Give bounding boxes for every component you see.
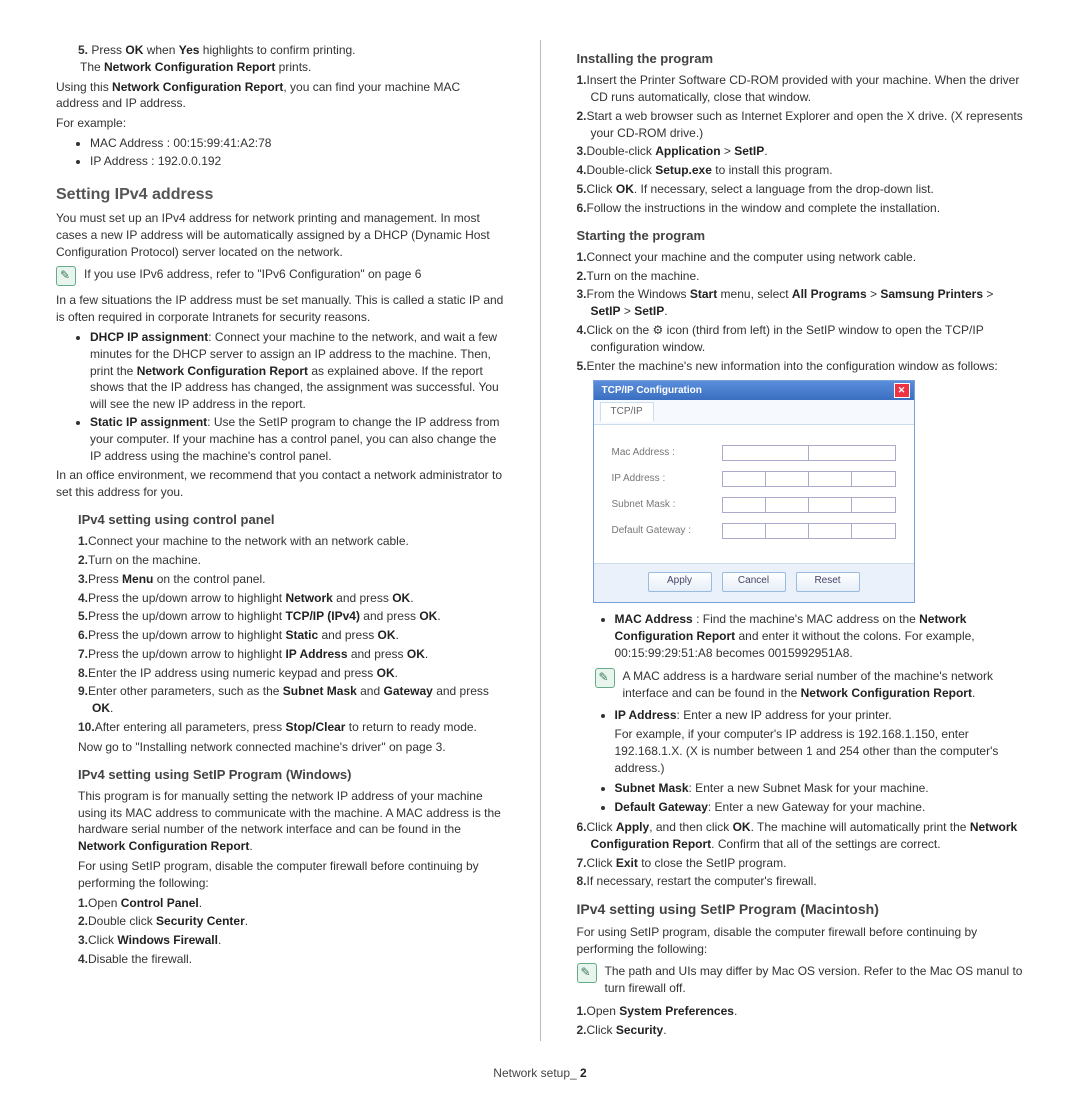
- static-assignment: Static IP assignment: Use the SetIP prog…: [90, 414, 504, 464]
- office-recommend: In an office environment, we recommend t…: [56, 467, 504, 501]
- input-gateway[interactable]: [722, 523, 896, 539]
- mac-steps: 1.Open System Preferences. 2.Click Secur…: [577, 1003, 1025, 1039]
- label-subnet: Subnet Mask :: [612, 498, 722, 512]
- note-icon: [595, 668, 615, 688]
- static-ip-intro: In a few situations the IP address must …: [56, 292, 504, 326]
- left-column: 5. Press OK when Yes highlights to confi…: [56, 40, 504, 1041]
- note-icon: [56, 266, 76, 286]
- cancel-button[interactable]: Cancel: [722, 572, 786, 592]
- step-5: 5. Press OK when Yes highlights to confi…: [78, 42, 504, 76]
- gear-icon: [653, 323, 664, 337]
- firewall-disable: For using SetIP program, disable the com…: [78, 858, 504, 892]
- example-list: MAC Address : 00:15:99:41:A2:78 IP Addre…: [56, 135, 504, 170]
- note-icon: [577, 963, 597, 983]
- input-subnet[interactable]: [722, 497, 896, 513]
- right-column: Installing the program 1.Insert the Prin…: [577, 40, 1025, 1041]
- dialog-title: TCP/IP Configuration: [602, 384, 702, 398]
- heading-setting-ipv4: Setting IPv4 address: [56, 184, 504, 206]
- tcpip-dialog: TCP/IP Configuration ✕ TCP/IP Mac Addres…: [593, 380, 915, 603]
- setip-intro: This program is for manually setting the…: [78, 788, 504, 855]
- dialog-titlebar: TCP/IP Configuration ✕: [594, 381, 914, 400]
- starting-steps: 1.Connect your machine and the computer …: [577, 249, 1025, 375]
- using-report: Using this Network Configuration Report,…: [56, 79, 504, 113]
- input-mac[interactable]: [722, 445, 896, 461]
- step-5-list: 5. Press OK when Yes highlights to confi…: [78, 42, 504, 76]
- ipv4-intro: You must set up an IPv4 address for netw…: [56, 210, 504, 260]
- firewall-steps: 1.Open Control Panel. 2.Double click Sec…: [78, 895, 504, 968]
- dialog-tabs: TCP/IP: [594, 400, 914, 425]
- control-panel-steps: 1.Connect your machine to the network wi…: [78, 533, 504, 736]
- installing-steps: 1.Insert the Printer Software CD-ROM pro…: [577, 72, 1025, 216]
- label-gateway: Default Gateway :: [612, 524, 722, 538]
- tab-tcpip[interactable]: TCP/IP: [600, 402, 654, 422]
- field-explanations-2: IP Address: Enter a new IP address for y…: [577, 707, 1025, 816]
- note-ipv6: If you use IPv6 address, refer to "IPv6 …: [56, 266, 504, 286]
- reset-button[interactable]: Reset: [796, 572, 860, 592]
- explain-subnet: Subnet Mask: Enter a new Subnet Mask for…: [615, 780, 1025, 797]
- explain-mac: MAC Address : Find the machine's MAC add…: [615, 611, 1025, 661]
- explain-ip: IP Address: Enter a new IP address for y…: [615, 707, 1025, 776]
- note-mac-os: The path and UIs may differ by Mac OS ve…: [577, 963, 1025, 997]
- for-example: For example:: [56, 115, 504, 132]
- field-explanations: MAC Address : Find the machine's MAC add…: [577, 611, 1025, 661]
- close-icon[interactable]: ✕: [894, 383, 910, 398]
- page-footer: Network setup_ 2: [56, 1065, 1024, 1082]
- input-ip[interactable]: [722, 471, 896, 487]
- dhcp-assignment: DHCP IP assignment: Connect your machine…: [90, 329, 504, 413]
- goto-installing: Now go to "Installing network connected …: [78, 739, 504, 756]
- column-divider: [540, 40, 541, 1041]
- label-ip: IP Address :: [612, 472, 722, 486]
- mac-firewall-intro: For using SetIP program, disable the com…: [577, 924, 1025, 958]
- heading-ipv4-control-panel: IPv4 setting using control panel: [78, 511, 504, 529]
- heading-installing-program: Installing the program: [577, 50, 1025, 68]
- heading-setip-windows: IPv4 setting using SetIP Program (Window…: [78, 766, 504, 784]
- label-mac: Mac Address :: [612, 446, 722, 460]
- starting-steps-cont: 6.Click Apply, and then click OK. The ma…: [577, 819, 1025, 890]
- heading-starting-program: Starting the program: [577, 227, 1025, 245]
- heading-setip-mac: IPv4 setting using SetIP Program (Macint…: [577, 900, 1025, 920]
- mac-example: MAC Address : 00:15:99:41:A2:78: [90, 135, 504, 152]
- apply-button[interactable]: Apply: [648, 572, 712, 592]
- assignment-list: DHCP IP assignment: Connect your machine…: [56, 329, 504, 464]
- explain-gateway: Default Gateway: Enter a new Gateway for…: [615, 799, 1025, 816]
- note-mac-address: A MAC address is a hardware serial numbe…: [595, 668, 1025, 702]
- ip-example: IP Address : 192.0.0.192: [90, 153, 504, 170]
